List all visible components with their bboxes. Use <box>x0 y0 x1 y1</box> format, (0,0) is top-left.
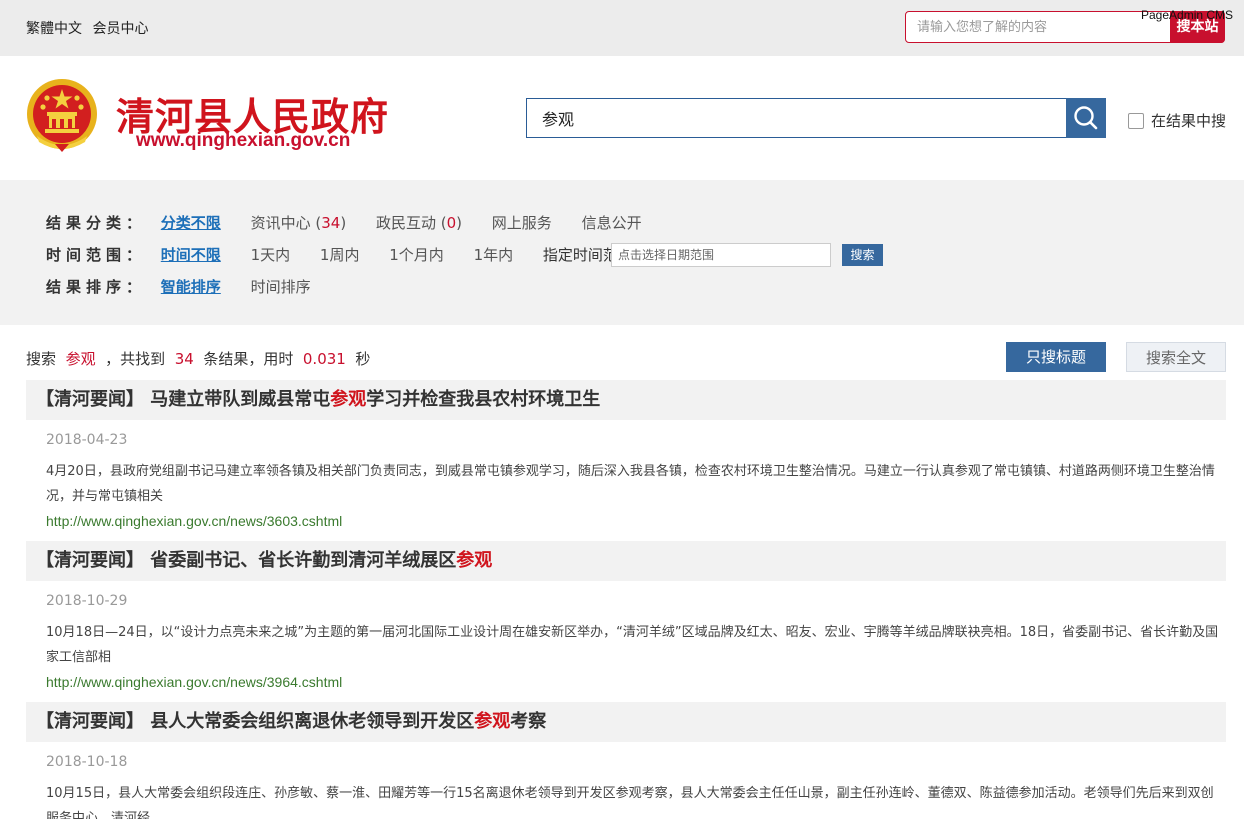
category-option-interaction[interactable]: 政民互动 (0) <box>376 212 462 233</box>
category-option-online-service[interactable]: 网上服务 <box>492 212 552 233</box>
sort-option-smart[interactable]: 智能排序 <box>161 276 221 297</box>
time-option-1month[interactable]: 1个月内 <box>389 244 444 265</box>
result-item: 【清河要闻】 省委副书记、省长许勤到清河羊绒展区参观 2018-10-29 10… <box>26 541 1226 695</box>
summary-count: 34 <box>174 350 194 368</box>
national-emblem-icon <box>27 79 97 152</box>
result-keyword-highlight: 参观 <box>474 711 511 732</box>
title-only-button[interactable]: 只搜标题 <box>1006 342 1106 372</box>
result-item: 【清河要闻】 县人大常委会组织离退休老领导到开发区参观考察 2018-10-18… <box>26 702 1226 819</box>
category-option-news[interactable]: 资讯中心 (34) <box>251 212 347 233</box>
time-option-1year[interactable]: 1年内 <box>474 244 514 265</box>
site-header: 清河县人民政府 www.qinghexian.gov.cn 在结果中搜 <box>0 56 1244 180</box>
summary-keyword: 参观 <box>65 350 96 368</box>
member-center-link[interactable]: 会员中心 <box>92 21 148 37</box>
site-url: www.qinghexian.gov.cn <box>136 130 351 151</box>
top-links: 繁體中文 会员中心 <box>26 18 154 38</box>
result-date: 2018-10-18 <box>46 754 128 770</box>
sort-option-time[interactable]: 时间排序 <box>251 276 311 297</box>
site-search-input[interactable] <box>906 12 1170 42</box>
cms-watermark: PageAdmin CMS <box>1141 8 1234 22</box>
result-title[interactable]: 【清河要闻】 马建立带队到威县常屯参观学习并检查我县农村环境卫生 <box>26 380 1226 420</box>
category-filter-label: 结果分类： <box>46 214 147 232</box>
result-title[interactable]: 【清河要闻】 县人大常委会组织离退休老领导到开发区参观考察 <box>26 702 1226 742</box>
result-description: 10月15日，县人大常委会组织段连庄、孙彦敏、蔡一淮、田耀芳等一行15名离退休老… <box>46 786 1214 819</box>
result-description: 10月18日—24日，以“设计力点亮未来之城”为主题的第一届河北国际工业设计周在… <box>46 625 1219 665</box>
time-option-1day[interactable]: 1天内 <box>251 244 291 265</box>
result-date: 2018-04-23 <box>46 432 128 448</box>
result-item: 【清河要闻】 马建立带队到威县常屯参观学习并检查我县农村环境卫生 2018-04… <box>26 380 1226 534</box>
time-option-1week[interactable]: 1周内 <box>320 244 360 265</box>
sort-filter-row: 结果排序： 智能排序 时间排序 <box>46 276 336 298</box>
magnifier-icon <box>1074 106 1098 130</box>
time-filter-row: 时间范围： 时间不限 1天内 1周内 1个月内 1年内 指定时间范围 <box>46 244 658 266</box>
result-summary: 搜索 参观 ，共找到 34 条结果，用时 0.031 秒 <box>26 350 371 368</box>
filter-panel: 结果分类： 分类不限 资讯中心 (34) 政民互动 (0) 网上服务 信息公开 … <box>0 180 1244 325</box>
checkbox-box[interactable] <box>1128 113 1144 129</box>
category-count: 0 <box>446 214 457 232</box>
result-keyword-highlight: 参观 <box>330 389 367 410</box>
category-option-all[interactable]: 分类不限 <box>161 212 221 233</box>
time-option-any[interactable]: 时间不限 <box>161 244 221 265</box>
summary-time: 0.031 <box>302 350 346 368</box>
top-bar: 繁體中文 会员中心 搜本站 PageAdmin CMS <box>0 0 1244 56</box>
main-search-box <box>526 98 1106 138</box>
date-range-input[interactable] <box>611 243 831 267</box>
category-filter-row: 结果分类： 分类不限 资讯中心 (34) 政民互动 (0) 网上服务 信息公开 <box>46 212 667 234</box>
category-option-info-disclosure[interactable]: 信息公开 <box>582 212 642 233</box>
result-url[interactable]: http://www.qinghexian.gov.cn/news/3964.c… <box>46 670 1226 695</box>
result-description: 4月20日，县政府党组副书记马建立率领各镇及相关部门负责同志，到威县常屯镇参观学… <box>46 464 1215 504</box>
date-search-button[interactable]: 搜索 <box>842 244 883 266</box>
main-search-input[interactable] <box>527 99 1067 137</box>
result-title[interactable]: 【清河要闻】 省委副书记、省长许勤到清河羊绒展区参观 <box>26 541 1226 581</box>
traditional-chinese-link[interactable]: 繁體中文 <box>26 21 82 37</box>
search-in-results-checkbox[interactable]: 在结果中搜 <box>1128 110 1226 131</box>
category-count: 34 <box>321 214 341 232</box>
result-date: 2018-10-29 <box>46 593 128 609</box>
sort-filter-label: 结果排序： <box>46 278 147 296</box>
result-url[interactable]: http://www.qinghexian.gov.cn/news/3603.c… <box>46 509 1226 534</box>
search-in-results-label: 在结果中搜 <box>1151 112 1227 130</box>
result-keyword-highlight: 参观 <box>456 550 493 571</box>
main-search-button[interactable] <box>1066 98 1106 138</box>
time-filter-label: 时间范围： <box>46 246 147 264</box>
fulltext-button[interactable]: 搜索全文 <box>1126 342 1226 372</box>
